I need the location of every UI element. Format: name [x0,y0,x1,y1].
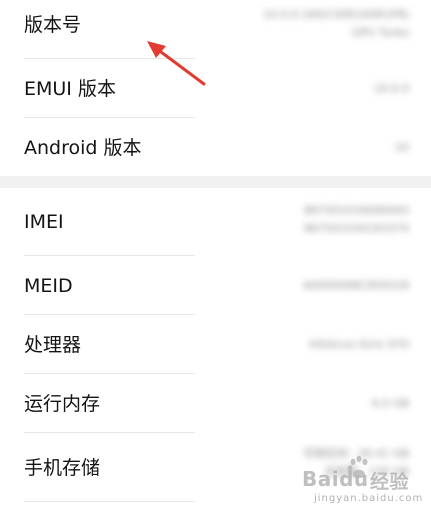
watermark-brand: Baidu [302,467,369,491]
watermark-brand-cn: 经验 [370,471,410,493]
watermark-url: jingyan.baidu.com [314,493,424,504]
red-arrow-annotation [147,41,206,86]
baidu-watermark: Baidu 经验 jingyan.baidu.com [300,455,425,505]
